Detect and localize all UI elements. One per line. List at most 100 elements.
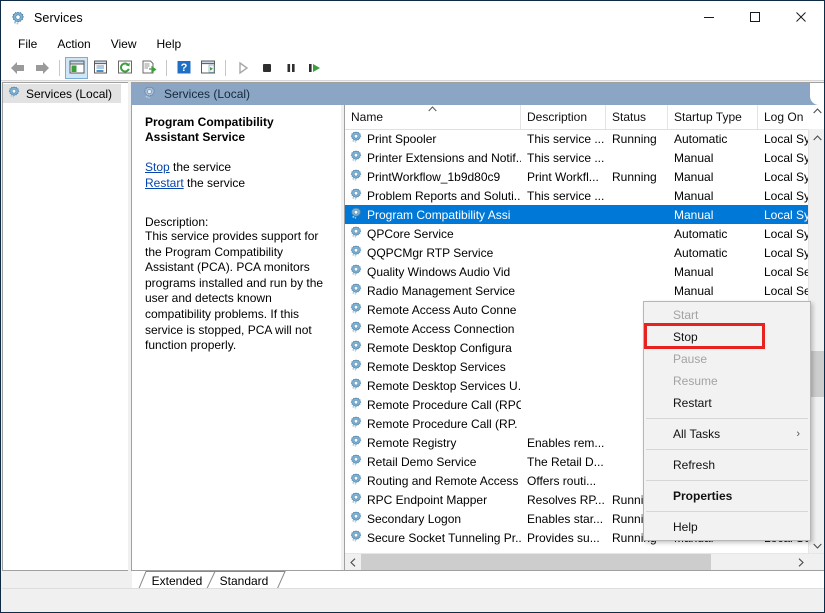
properties-icon[interactable] [89, 57, 112, 79]
stop-service-icon[interactable] [255, 57, 278, 79]
cell-startup: Manual [674, 169, 714, 184]
menu-view[interactable]: View [102, 35, 146, 54]
cell-name: RPC Endpoint Mapper [345, 490, 521, 509]
vertical-scrollbar-thumb[interactable] [809, 351, 824, 397]
context-menu-item-help[interactable]: Help [644, 516, 810, 538]
menu-action[interactable]: Action [48, 35, 99, 54]
service-gear-icon [349, 225, 363, 242]
pause-service-icon[interactable] [279, 57, 302, 79]
column-header-log-on[interactable]: Log On [758, 105, 809, 129]
table-row[interactable]: PrintWorkflow_1b9d80c9 Print Workfl... Run… [345, 167, 824, 186]
context-menu-separator [646, 449, 808, 450]
list-header: Name Description Status Startup Type Log… [345, 105, 824, 132]
service-gear-icon [349, 244, 363, 261]
pane-header-corner [810, 83, 824, 105]
service-gear-icon [349, 263, 363, 280]
column-header-name[interactable]: Name [345, 105, 521, 129]
context-menu-item-label: Properties [673, 489, 733, 503]
table-row[interactable]: Printer Extensions and Notif... This serv… [345, 148, 824, 167]
service-name-label: QPCore Service [367, 226, 454, 241]
cell-description: Provides su... [527, 530, 600, 545]
toolbar-separator [225, 59, 226, 76]
minimize-icon[interactable] [686, 1, 732, 32]
scroll-right-icon[interactable] [793, 554, 809, 570]
cell-name: Radio Management Service [345, 281, 521, 300]
context-menu-item-properties[interactable]: Properties [644, 485, 810, 507]
cell-logon: Local Sy [764, 226, 809, 241]
help-icon[interactable]: ? [172, 57, 195, 79]
column-header-startup-type[interactable]: Startup Type [668, 105, 758, 129]
service-name-label: Secondary Logon [367, 511, 462, 526]
menu-file[interactable]: File [9, 35, 46, 54]
table-row[interactable]: Print Spooler This service ... Running Auto… [345, 129, 824, 148]
table-row[interactable]: Radio Management Service Manual Local Se [345, 281, 824, 300]
cell-status [606, 205, 668, 224]
cell-description: Print Workfl... [527, 169, 599, 184]
cell-logon: Local Sy [764, 150, 809, 165]
service-gear-icon [349, 434, 363, 451]
context-menu-item-label: Resume [673, 374, 718, 388]
cell-description: This service ... [527, 131, 605, 146]
refresh-icon[interactable] [113, 57, 136, 79]
cell-description [521, 338, 606, 357]
start-service-icon[interactable] [231, 57, 254, 79]
context-menu-item-stop[interactable]: Stop [644, 326, 810, 348]
scroll-left-icon[interactable] [345, 554, 361, 570]
service-gear-icon [349, 320, 363, 337]
restart-the-service-link[interactable]: Restart [145, 176, 184, 190]
column-header-status[interactable]: Status [606, 105, 668, 129]
table-row[interactable]: Program Compatibility Assi Manual Local Sy [345, 205, 824, 224]
cell-name: Secondary Logon [345, 509, 521, 528]
cell-name: QPCore Service [345, 224, 521, 243]
table-row[interactable]: Problem Reports and Soluti... This servic… [345, 186, 824, 205]
table-row[interactable]: QPCore Service Automatic Local Sy [345, 224, 824, 243]
status-bar [2, 588, 824, 611]
tab-extended-label: Extended [151, 573, 203, 588]
restart-service-icon[interactable] [303, 57, 326, 79]
horizontal-scrollbar-thumb[interactable] [361, 554, 711, 570]
column-header-description[interactable]: Description [521, 105, 606, 129]
column-header-description-label: Description [527, 110, 588, 124]
context-menu-item-all-tasks[interactable]: All Tasks › [644, 423, 810, 445]
service-name-label: Program Compatibility Assi [367, 207, 511, 222]
maximize-icon[interactable] [732, 1, 778, 32]
context-menu-item-pause: Pause [644, 348, 810, 370]
forward-arrow-icon[interactable] [30, 57, 53, 79]
horizontal-scrollbar[interactable] [345, 553, 824, 570]
close-icon[interactable] [778, 1, 824, 32]
context-menu-item-label: Restart [673, 396, 712, 410]
cell-logon: Local Sy [764, 188, 809, 203]
cell-startup: Manual [674, 150, 714, 165]
context-menu-item-resume: Resume [644, 370, 810, 392]
submenu-chevron-right-icon: › [796, 428, 800, 440]
cell-status [606, 224, 668, 243]
context-menu-separator [646, 418, 808, 419]
cell-name: Remote Access Auto Conne [345, 300, 521, 319]
stop-the-service-link[interactable]: Stop [145, 160, 170, 174]
back-arrow-icon[interactable] [6, 57, 29, 79]
show-hide-action-pane-icon[interactable] [196, 57, 219, 79]
column-header-name-label: Name [351, 110, 384, 124]
export-list-icon[interactable] [137, 57, 160, 79]
scroll-up-icon[interactable] [809, 129, 824, 146]
header-scroll-up-icon[interactable] [809, 105, 824, 132]
cell-name: Remote Procedure Call (RP. [345, 414, 521, 433]
context-menu-item-restart[interactable]: Restart [644, 392, 810, 414]
context-menu-separator [646, 480, 808, 481]
scroll-down-icon[interactable] [809, 537, 824, 554]
service-name-label: Radio Management Service [367, 283, 516, 298]
table-row[interactable]: Quality Windows Audio Vid Manual Local Se [345, 262, 824, 281]
cell-description [521, 205, 606, 224]
service-gear-icon [349, 453, 363, 470]
context-menu-item-label: Help [673, 520, 698, 534]
service-gear-icon [349, 377, 363, 394]
service-name-label: RPC Endpoint Mapper [367, 492, 488, 507]
cell-logon: Local Sy [764, 169, 809, 184]
cell-startup: Automatic [674, 131, 728, 146]
service-name-label: Remote Desktop Services [367, 359, 506, 374]
table-row[interactable]: QQPCMgr RTP Service Automatic Local Sy [345, 243, 824, 262]
context-menu-item-refresh[interactable]: Refresh [644, 454, 810, 476]
sidebar-item-services-local[interactable]: Services (Local) [3, 84, 121, 103]
menu-help[interactable]: Help [148, 35, 191, 54]
show-hide-console-tree-icon[interactable] [65, 56, 88, 79]
